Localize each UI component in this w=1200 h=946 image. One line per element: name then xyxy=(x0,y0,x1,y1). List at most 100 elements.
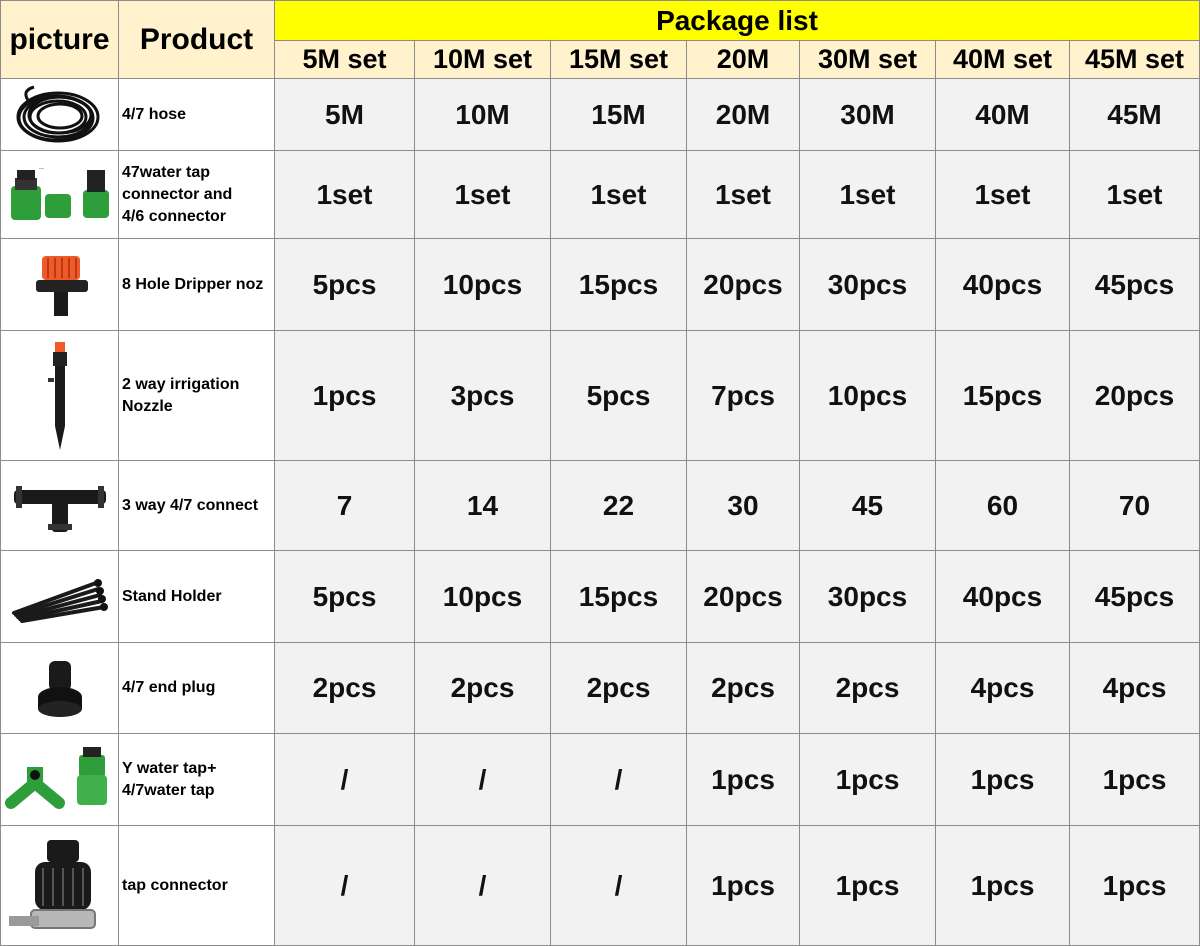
svg-text:—: — xyxy=(39,166,44,172)
quantity-cell: 1pcs xyxy=(274,330,415,461)
table-row: 2 way irrigation Nozzle 1pcs 3pcs 5pcs 7pcs 10… xyxy=(0,330,1200,461)
product-name-line: 4/7 end plug xyxy=(122,679,216,696)
package-list-title: Package list xyxy=(274,0,1200,41)
end-plug-icon xyxy=(2,653,118,723)
set-header-5m: 5M set xyxy=(274,40,415,79)
quantity-cell: 10pcs xyxy=(799,330,936,461)
quantity-cell: 45pcs xyxy=(1069,238,1200,331)
product-picture xyxy=(0,550,119,643)
quantity-cell: 40pcs xyxy=(935,550,1070,643)
quantity-cell: 1set xyxy=(686,150,800,239)
product-name: Stand Holder xyxy=(118,550,275,643)
quantity-cell: 3pcs xyxy=(414,330,551,461)
quantity-cell: 2pcs xyxy=(799,642,936,734)
quantity-cell: 2pcs xyxy=(686,642,800,734)
quantity-cell: 4pcs xyxy=(935,642,1070,734)
quantity-cell: 20M xyxy=(686,78,800,151)
set-header-30m: 30M set xyxy=(799,40,936,79)
table-row: — 47water tap connector and 4/6 connector 1s… xyxy=(0,150,1200,239)
quantity-cell: 70 xyxy=(1069,460,1200,551)
table-row: 4/7 end plug 2pcs 2pcs 2pcs 2pcs 2pcs 4pcs 4pcs xyxy=(0,642,1200,734)
quantity-cell: 1pcs xyxy=(1069,825,1200,946)
quantity-cell: 14 xyxy=(414,460,551,551)
quantity-cell: / xyxy=(274,825,415,946)
quantity-cell: 45M xyxy=(1069,78,1200,151)
product-name-line: connector and xyxy=(122,185,233,203)
product-picture xyxy=(0,78,119,151)
set-header-45m: 45M set xyxy=(1069,40,1200,79)
quantity-cell: 1set xyxy=(799,150,936,239)
product-name-line: 4/6 connector xyxy=(122,207,227,225)
quantity-cell: 2pcs xyxy=(274,642,415,734)
quantity-cell: 40M xyxy=(935,78,1070,151)
product-name-line: Nozzle xyxy=(122,397,173,415)
product-name-line: tap connector xyxy=(122,876,228,894)
product-name-line: 4/7water tap xyxy=(122,781,215,799)
y-tap-icon xyxy=(2,745,118,815)
quantity-cell: / xyxy=(414,825,551,946)
quantity-cell: 10pcs xyxy=(414,550,551,643)
quantity-cell: 1pcs xyxy=(935,733,1070,826)
set-header-20m: 20M xyxy=(686,40,800,79)
product-picture xyxy=(0,733,119,826)
product-name-line: 3 way 4/7 connect xyxy=(122,496,259,514)
quantity-cell: 5pcs xyxy=(274,550,415,643)
product-name: Y water tap+ 4/7water tap xyxy=(118,733,275,826)
quantity-cell: 1pcs xyxy=(686,825,800,946)
product-name: 2 way irrigation Nozzle xyxy=(118,330,275,461)
quantity-cell: 20pcs xyxy=(1069,330,1200,461)
tap-adapter-icon xyxy=(2,834,118,938)
quantity-cell: 45 xyxy=(799,460,936,551)
quantity-cell: 1pcs xyxy=(935,825,1070,946)
quantity-cell: 15pcs xyxy=(550,550,687,643)
product-name-line: 8 Hole Dripper noz xyxy=(122,275,264,293)
quantity-cell: 2pcs xyxy=(414,642,551,734)
table-row: 3 way 4/7 connect 7 14 22 30 45 60 70 xyxy=(0,460,1200,551)
quantity-cell: 45pcs xyxy=(1069,550,1200,643)
product-name: 8 Hole Dripper noz xyxy=(118,238,275,331)
table-row: 8 Hole Dripper noz 5pcs 10pcs 15pcs 20pcs 30p… xyxy=(0,238,1200,331)
product-name: 4/7 hose xyxy=(118,78,275,151)
quantity-cell: 7pcs xyxy=(686,330,800,461)
product-name: 4/7 end plug xyxy=(118,642,275,734)
quantity-cell: 2pcs xyxy=(550,642,687,734)
quantity-cell: 30pcs xyxy=(799,238,936,331)
quantity-cell: 60 xyxy=(935,460,1070,551)
product-picture xyxy=(0,460,119,551)
quantity-cell: 1set xyxy=(1069,150,1200,239)
set-header-15m: 15M set xyxy=(550,40,687,79)
quantity-cell: 15M xyxy=(550,78,687,151)
product-name-line: 47water tap xyxy=(122,163,211,181)
dripper-icon xyxy=(2,250,118,320)
table-row: 4/7 hose 5M 10M 15M 20M 30M 40M 45M xyxy=(0,78,1200,151)
quantity-cell: 1set xyxy=(935,150,1070,239)
quantity-cell: 1set xyxy=(414,150,551,239)
set-header-40m: 40M set xyxy=(935,40,1070,79)
quantity-cell: / xyxy=(274,733,415,826)
product-column-header: Product xyxy=(118,0,275,79)
package-list-page: picture Product Package list 5M set 10M … xyxy=(0,0,1200,946)
product-picture xyxy=(0,330,119,461)
quantity-cell: 1pcs xyxy=(1069,733,1200,826)
product-name-line: Y water tap+ xyxy=(122,759,217,777)
quantity-cell: / xyxy=(550,733,687,826)
quantity-cell: 30 xyxy=(686,460,800,551)
product-name-line: Stand Holder xyxy=(122,587,222,605)
quantity-cell: 15pcs xyxy=(550,238,687,331)
product-name-line: 4/7 hose xyxy=(122,105,187,123)
table-row: tap connector / //1pcs 1pcs 1pcs 1pcs xyxy=(0,825,1200,946)
product-picture xyxy=(0,825,119,946)
quantity-cell: 1pcs xyxy=(686,733,800,826)
quantity-cell: 1pcs xyxy=(799,825,936,946)
quantity-cell: / xyxy=(550,825,687,946)
quantity-cell: 30M xyxy=(799,78,936,151)
tap-connector-set-icon: — xyxy=(2,160,118,230)
product-name: tap connector xyxy=(118,825,275,946)
quantity-cell: 30pcs xyxy=(799,550,936,643)
nozzle-stake-icon xyxy=(2,338,118,454)
product-picture: — xyxy=(0,150,119,239)
product-picture xyxy=(0,238,119,331)
quantity-cell: 4pcs xyxy=(1069,642,1200,734)
quantity-cell: 10M xyxy=(414,78,551,151)
quantity-cell: 5pcs xyxy=(274,238,415,331)
